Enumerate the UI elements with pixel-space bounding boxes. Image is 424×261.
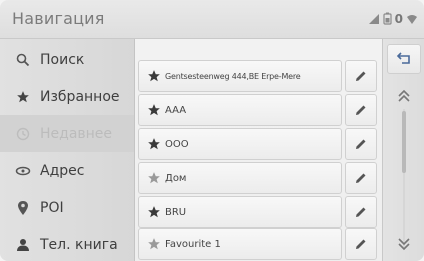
edit-button[interactable] bbox=[345, 94, 377, 126]
pencil-icon bbox=[356, 105, 366, 115]
pencil-icon bbox=[356, 139, 366, 149]
status-area: 0 bbox=[368, 11, 418, 27]
sidebar-item-favorites[interactable]: Избранное bbox=[0, 78, 134, 115]
star-filled-icon bbox=[148, 70, 160, 82]
sidebar-item-search[interactable]: Поиск bbox=[0, 41, 134, 78]
edit-button[interactable] bbox=[345, 162, 377, 194]
signal-icon bbox=[368, 10, 380, 29]
scrollbar-thumb[interactable] bbox=[402, 111, 406, 173]
edit-button[interactable] bbox=[345, 196, 377, 228]
header-bar: Навигация 0 bbox=[0, 0, 424, 39]
screen-title: Навигация bbox=[12, 9, 105, 28]
star-outline-icon bbox=[148, 238, 160, 250]
star-filled-icon bbox=[148, 104, 160, 116]
scroll-up-button[interactable] bbox=[395, 87, 413, 105]
sidebar-item-label: Недавнее bbox=[40, 125, 113, 142]
sidebar-item-label: Тел. книга bbox=[40, 236, 118, 253]
list-item: Favourite 1 bbox=[138, 228, 378, 260]
destination-button[interactable]: BRU bbox=[138, 196, 342, 228]
pencil-icon bbox=[356, 71, 366, 81]
list-item: Gentsesteenweg 444,BE Erpe-Mere bbox=[138, 60, 378, 92]
contact-icon bbox=[14, 237, 32, 253]
destination-button[interactable]: OOO bbox=[138, 128, 342, 160]
destination-label: AAA bbox=[165, 104, 187, 116]
star-filled-icon bbox=[148, 206, 160, 218]
pencil-icon bbox=[356, 239, 366, 249]
double-chevron-up-icon bbox=[398, 89, 410, 102]
sidebar: Поиск Избранное Недавнее Адрес POI Тел. … bbox=[0, 39, 135, 261]
destination-button[interactable]: Дом bbox=[138, 162, 342, 194]
destination-label: BRU bbox=[165, 206, 187, 218]
pencil-icon bbox=[356, 207, 366, 217]
list-item: AAA bbox=[138, 94, 378, 126]
poi-pin-icon bbox=[14, 200, 32, 216]
sidebar-item-label: POI bbox=[40, 199, 64, 216]
pencil-icon bbox=[356, 173, 366, 183]
destination-label: OOO bbox=[165, 138, 189, 150]
search-icon bbox=[14, 52, 32, 68]
double-chevron-down-icon bbox=[398, 238, 410, 251]
sidebar-item-label: Избранное bbox=[40, 88, 120, 105]
list-item: OOO bbox=[138, 128, 378, 160]
list-item: Дом bbox=[138, 162, 378, 194]
scroll-down-button[interactable] bbox=[395, 235, 413, 253]
navigation-screen: Навигация 0 Поиск Избранное Недавнее Адр… bbox=[0, 0, 424, 261]
destination-button[interactable]: Favourite 1 bbox=[138, 228, 342, 260]
clock-icon bbox=[14, 126, 32, 142]
recent-destinations-list: Gentsesteenweg 444,BE Erpe-Mere AAA OOO bbox=[138, 39, 378, 261]
destination-label: Дом bbox=[165, 172, 187, 184]
wifi-icon bbox=[406, 10, 418, 29]
sidebar-item-label: Адрес bbox=[40, 162, 85, 179]
list-item: BRU bbox=[138, 196, 378, 228]
edit-button[interactable] bbox=[345, 228, 377, 260]
destination-button[interactable]: AAA bbox=[138, 94, 342, 126]
edit-button[interactable] bbox=[345, 60, 377, 92]
sidebar-item-phonebook[interactable]: Тел. книга bbox=[0, 226, 134, 261]
star-icon bbox=[14, 89, 32, 105]
sidebar-item-address[interactable]: Адрес bbox=[0, 152, 134, 189]
sidebar-item-recent[interactable]: Недавнее bbox=[0, 115, 134, 152]
back-button[interactable] bbox=[387, 44, 421, 74]
side-controls bbox=[382, 39, 424, 261]
star-filled-icon bbox=[148, 138, 160, 150]
destination-label: Gentsesteenweg 444,BE Erpe-Mere bbox=[165, 71, 301, 81]
edit-button[interactable] bbox=[345, 128, 377, 160]
location-icon bbox=[14, 163, 32, 179]
destination-label: Favourite 1 bbox=[165, 238, 221, 250]
back-arrow-icon bbox=[396, 52, 410, 64]
status-count: 0 bbox=[394, 12, 403, 26]
sidebar-item-label: Поиск bbox=[40, 51, 85, 68]
destination-button[interactable]: Gentsesteenweg 444,BE Erpe-Mere bbox=[138, 60, 342, 92]
battery-icon bbox=[383, 10, 392, 29]
star-outline-icon bbox=[148, 172, 160, 184]
sidebar-item-poi[interactable]: POI bbox=[0, 189, 134, 226]
